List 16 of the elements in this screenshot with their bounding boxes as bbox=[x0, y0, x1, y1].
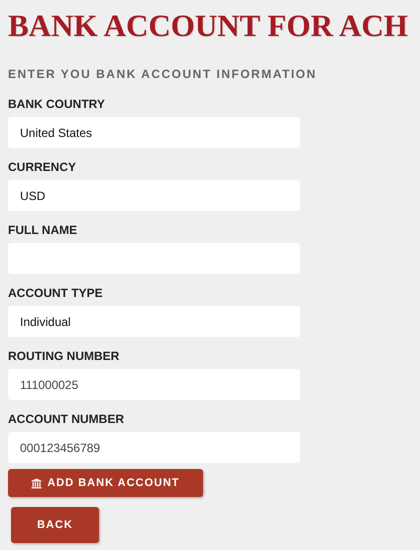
field-label: BANK COUNTRY bbox=[8, 96, 106, 112]
field-label: ACCOUNT NUMBER bbox=[8, 411, 125, 427]
bank-icon bbox=[31, 478, 42, 488]
select-field[interactable]: USD bbox=[8, 180, 300, 211]
select-field[interactable]: United States bbox=[8, 117, 300, 148]
input-field[interactable]: 000123456789 bbox=[8, 432, 300, 463]
back-button[interactable]: BACK bbox=[11, 507, 99, 543]
add-bank-account-button[interactable]: ADD BANK ACCOUNT bbox=[8, 469, 203, 497]
input-field[interactable]: 111000025 bbox=[8, 369, 300, 400]
field-label: ACCOUNT TYPE bbox=[8, 285, 104, 301]
page-title: BANK ACCOUNT FOR ACH bbox=[8, 7, 408, 45]
select-field[interactable]: Individual bbox=[8, 306, 300, 337]
field-label: FULL NAME bbox=[8, 222, 78, 238]
field-label: CURRENCY bbox=[8, 159, 78, 175]
field-label: ROUTING NUMBER bbox=[8, 348, 120, 364]
section-heading: ENTER YOU BANK ACCOUNT INFORMATION bbox=[8, 66, 318, 82]
